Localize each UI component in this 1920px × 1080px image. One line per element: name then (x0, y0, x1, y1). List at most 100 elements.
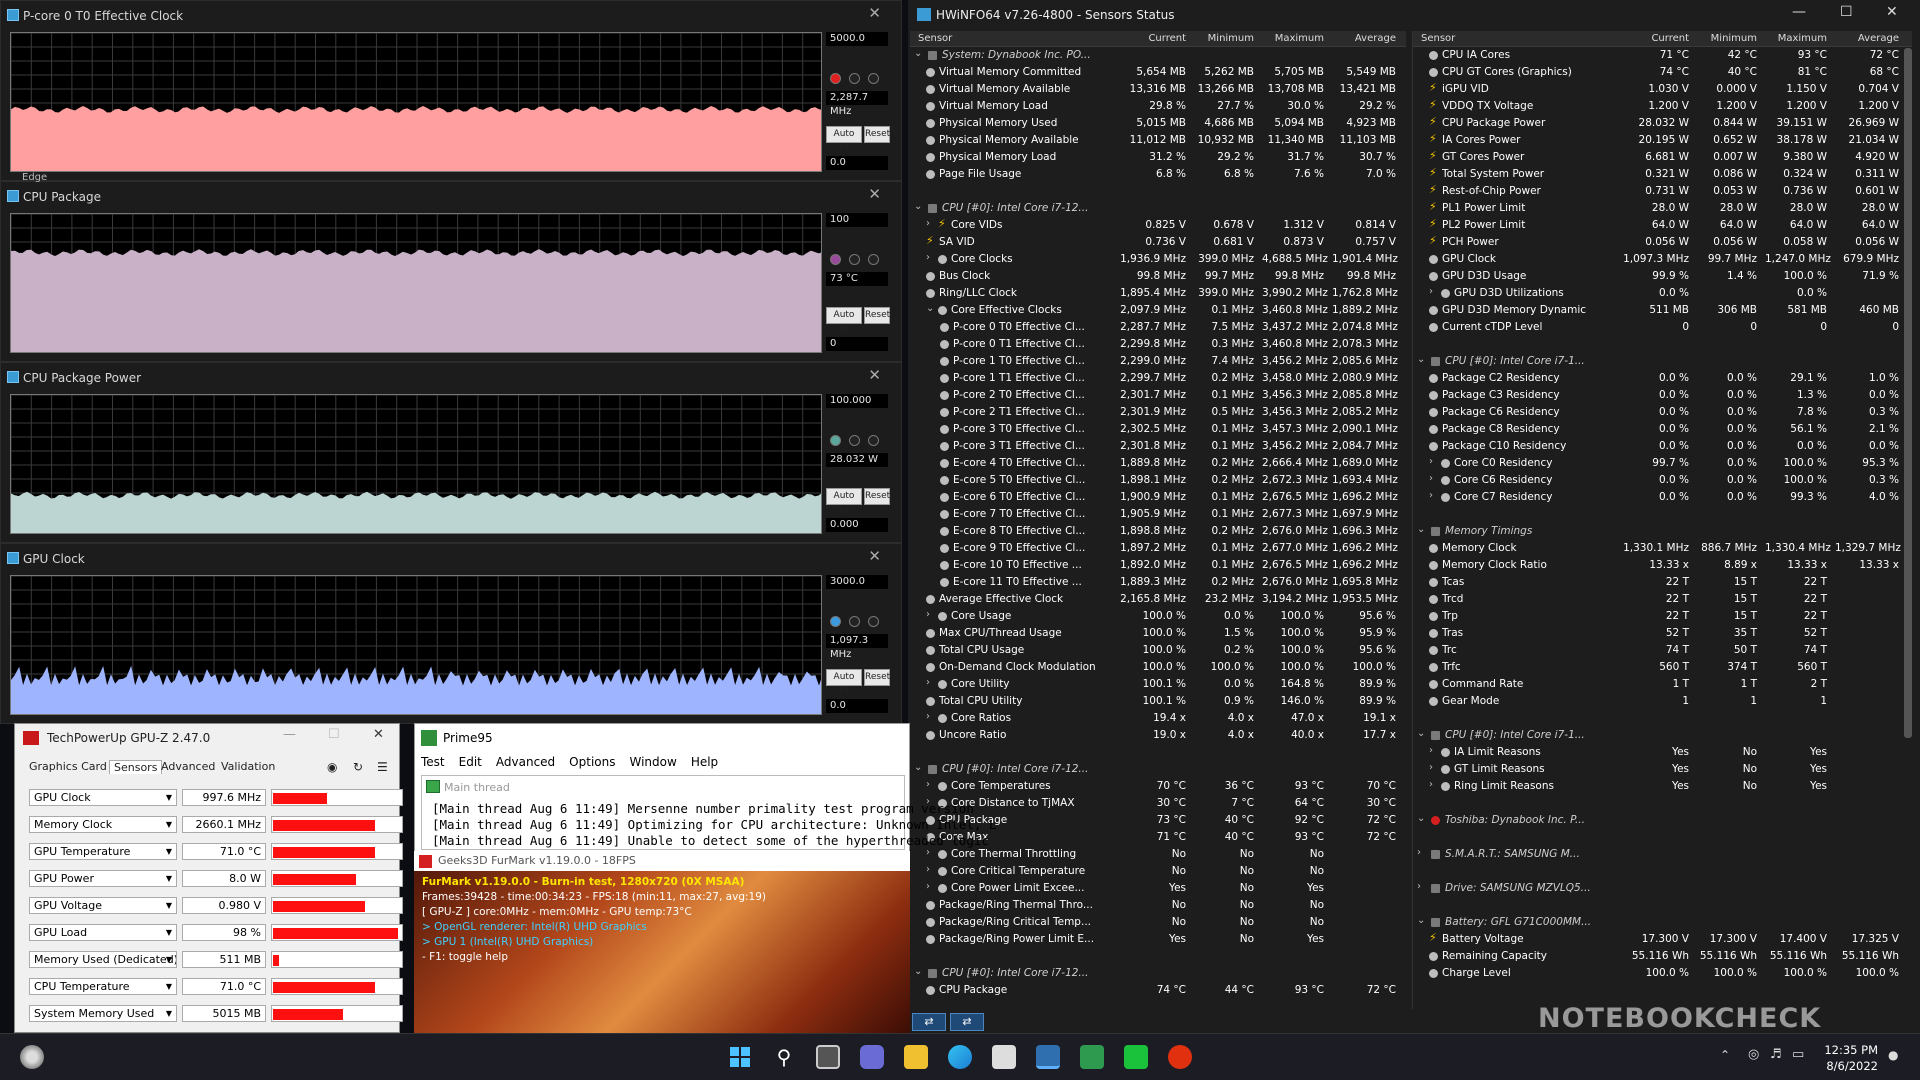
sensor-row[interactable]: Package/Ring Power Limit E... Yes No Yes (910, 931, 1406, 948)
sensor-row[interactable]: E-core 9 T0 Effective Cl... 1,897.2 MHz 0.… (910, 540, 1406, 557)
dropdown-arrow-icon[interactable]: ▼ (166, 1006, 172, 1021)
camera-icon[interactable]: ◉ (327, 760, 337, 774)
series-color-dot[interactable] (830, 73, 841, 84)
sensor-row[interactable]: Physical Memory Used 5,015 MB 4,686 MB 5,09… (910, 115, 1406, 132)
sensor-row[interactable]: ⚡ CPU Package Power 28.032 W 0.844 W 39.151 … (1413, 115, 1912, 132)
sensor-row[interactable]: Trc 74 T 50 T 74 T (1413, 642, 1912, 659)
minimize-icon[interactable]: — (1792, 4, 1806, 20)
expand-arrow-icon[interactable]: › (1417, 847, 1421, 858)
dropdown-arrow-icon[interactable]: ▼ (166, 979, 172, 994)
sensor-row[interactable]: › IA Limit Reasons Yes No Yes (1413, 744, 1912, 761)
sensor-row[interactable]: CPU IA Cores 71 °C 42 °C 93 °C 72 °C (1413, 47, 1912, 64)
network-icon[interactable]: ◎ (1748, 1047, 1759, 1062)
color-dot[interactable] (868, 435, 879, 446)
sensor-row[interactable]: Tcas 22 T 15 T 22 T (1413, 574, 1912, 591)
sensor-name-dropdown[interactable]: GPU Load ▼ (29, 924, 177, 941)
series-color-dot[interactable] (830, 616, 841, 627)
auto-fit-button[interactable]: Auto Fit (826, 488, 862, 516)
sensor-name-dropdown[interactable]: GPU Voltage ▼ (29, 897, 177, 914)
sensor-row[interactable]: P-core 1 T1 Effective Cl... 2,299.7 MHz 0.… (910, 370, 1406, 387)
header-maximum[interactable]: Maximum (1765, 33, 1827, 44)
color-dot[interactable] (849, 73, 860, 84)
expand-arrow-icon[interactable]: › (1417, 881, 1421, 892)
sensor-row[interactable]: Trp 22 T 15 T 22 T (1413, 608, 1912, 625)
menu-icon[interactable]: ☰ (377, 760, 388, 774)
task-view-icon[interactable] (816, 1045, 840, 1069)
color-dot[interactable] (868, 254, 879, 265)
menu-item-window[interactable]: Window (629, 755, 676, 769)
expand-arrow-icon[interactable]: ⌄ (926, 303, 934, 314)
sensor-row[interactable]: Total CPU Utility 100.1 % 0.9 % 146.0 % 89.9… (910, 693, 1406, 710)
sensor-panel-left[interactable]: Sensor Current Minimum Maximum Average ⌄… (910, 31, 1406, 1009)
battery-icon[interactable]: ▭ (1792, 1047, 1804, 1062)
sensor-row[interactable]: ⚡ IA Cores Power 20.195 W 0.652 W 38.178 W 21… (1413, 132, 1912, 149)
sensor-row[interactable]: › Core Usage 100.0 % 0.0 % 100.0 % 95.6 % (910, 608, 1406, 625)
expand-arrow-icon[interactable]: ⌄ (914, 966, 922, 977)
sensor-row[interactable]: Tras 52 T 35 T 52 T (1413, 625, 1912, 642)
expand-arrow-icon[interactable]: › (1429, 490, 1433, 501)
sensor-group-row[interactable]: ⌄ Toshiba: Dynabook Inc. P... (1413, 812, 1912, 829)
sensor-row[interactable]: Command Rate 1 T 1 T 2 T (1413, 676, 1912, 693)
sensor-row[interactable]: ⚡ PCH Power 0.056 W 0.056 W 0.058 W 0.056 W (1413, 234, 1912, 251)
sensor-group-row[interactable]: ⌄ CPU [#0]: Intel Core i7-12... (910, 965, 1406, 982)
sensor-row[interactable]: ⚡ Total System Power 0.321 W 0.086 W 0.324 W… (1413, 166, 1912, 183)
menu-item-test[interactable]: Test (421, 755, 445, 769)
scrollbar-thumb[interactable] (1904, 48, 1912, 738)
header-minimum[interactable]: Minimum (1196, 33, 1254, 44)
header-average[interactable]: Average (1332, 33, 1396, 44)
sensor-row[interactable]: Max CPU/Thread Usage 100.0 % 1.5 % 100.0 % 9… (910, 625, 1406, 642)
close-icon[interactable]: ✕ (868, 366, 881, 384)
expand-arrow-icon[interactable]: ⌄ (1417, 915, 1425, 926)
sensor-row[interactable]: Package C3 Residency 0.0 % 0.0 % 1.3 % 0.0 % (1413, 387, 1912, 404)
sensor-row[interactable]: Virtual Memory Load 29.8 % 27.7 % 30.0 % 29.… (910, 98, 1406, 115)
sensor-row[interactable]: Physical Memory Load 31.2 % 29.2 % 31.7 % 30… (910, 149, 1406, 166)
dropdown-arrow-icon[interactable]: ▼ (166, 925, 172, 940)
reset-button[interactable]: Reset (864, 307, 890, 324)
expand-arrow-icon[interactable]: ⌄ (914, 48, 922, 59)
sensor-row[interactable]: › Core Temperatures 70 °C 36 °C 93 °C 70 °C (910, 778, 1406, 795)
sensor-group-row[interactable]: ⌄ CPU [#0]: Intel Core i7-12... (910, 200, 1406, 217)
sensor-row[interactable]: Memory Clock 1,330.1 MHz 886.7 MHz 1,330.4 … (1413, 540, 1912, 557)
color-dot[interactable] (849, 616, 860, 627)
expand-arrow-icon[interactable]: › (926, 864, 930, 875)
volume-icon[interactable]: ♬ (1770, 1047, 1782, 1062)
sensor-row[interactable]: Gear Mode 1 1 1 (1413, 693, 1912, 710)
sensor-row[interactable]: Ring/LLC Clock 1,895.4 MHz 399.0 MHz 3,990.… (910, 285, 1406, 302)
auto-fit-button[interactable]: Auto Fit (826, 669, 862, 697)
header-average[interactable]: Average (1835, 33, 1899, 44)
expand-arrow-icon[interactable]: › (926, 252, 930, 263)
sensor-group-row[interactable]: ⌄ Memory Timings (1413, 523, 1912, 540)
expand-arrow-icon[interactable]: ⌄ (914, 762, 922, 773)
sensor-group-row[interactable]: ⌄ Battery: GFL G71C000MM... (1413, 914, 1912, 931)
sensor-row[interactable]: GPU D3D Usage 99.9 % 1.4 % 100.0 % 71.9 % (1413, 268, 1912, 285)
header-sensor[interactable]: Sensor (918, 33, 952, 44)
gpuz-taskbar-icon[interactable] (1080, 1045, 1104, 1069)
expand-arrow-icon[interactable]: › (1429, 745, 1433, 756)
sensor-row[interactable]: Uncore Ratio 19.0 x 4.0 x 40.0 x 17.7 x (910, 727, 1406, 744)
header-sensor[interactable]: Sensor (1421, 33, 1455, 44)
sensor-name-dropdown[interactable]: Memory Clock ▼ (29, 816, 177, 833)
hwinfo-taskbar-icon[interactable] (1036, 1045, 1060, 1069)
expand-arrow-icon[interactable]: › (926, 218, 930, 229)
sensor-row[interactable]: › GT Limit Reasons Yes No Yes (1413, 761, 1912, 778)
tab-graphics-card[interactable]: Graphics Card (29, 760, 107, 773)
sensor-row[interactable]: ⚡ PL1 Power Limit 28.0 W 28.0 W 28.0 W 28.0 W (1413, 200, 1912, 217)
expand-arrow-icon[interactable]: › (926, 779, 930, 790)
sensor-row[interactable]: Memory Clock Ratio 13.33 x 8.89 x 13.33 x 13… (1413, 557, 1912, 574)
color-dot[interactable] (868, 616, 879, 627)
sensor-row[interactable]: Virtual Memory Available 13,316 MB 13,266 … (910, 81, 1406, 98)
sensor-row[interactable]: › Core Utility 100.1 % 0.0 % 164.8 % 89.9 % (910, 676, 1406, 693)
sensor-panel-right[interactable]: Sensor Current Minimum Maximum Average C… (1412, 31, 1912, 1009)
edge-icon[interactable] (948, 1045, 972, 1069)
chat-icon[interactable] (860, 1045, 884, 1069)
expand-arrow-icon[interactable]: › (926, 609, 930, 620)
sensor-row[interactable]: › Ring Limit Reasons Yes No Yes (1413, 778, 1912, 795)
minimize-icon[interactable]: — (283, 727, 296, 742)
sensor-row[interactable]: ⚡ SA VID 0.736 V 0.681 V 0.873 V 0.757 V (910, 234, 1406, 251)
expand-arrow-icon[interactable]: ⌄ (1417, 813, 1425, 824)
weather-icon[interactable] (20, 1045, 44, 1069)
sensor-row[interactable]: Package/Ring Thermal Thro... No No No (910, 897, 1406, 914)
furmark-taskbar-icon[interactable] (1168, 1045, 1192, 1069)
sensor-row[interactable]: E-core 6 T0 Effective Cl... 1,900.9 MHz 0.… (910, 489, 1406, 506)
sensor-row[interactable]: › Core C0 Residency 99.7 % 0.0 % 100.0 % 95.3… (1413, 455, 1912, 472)
